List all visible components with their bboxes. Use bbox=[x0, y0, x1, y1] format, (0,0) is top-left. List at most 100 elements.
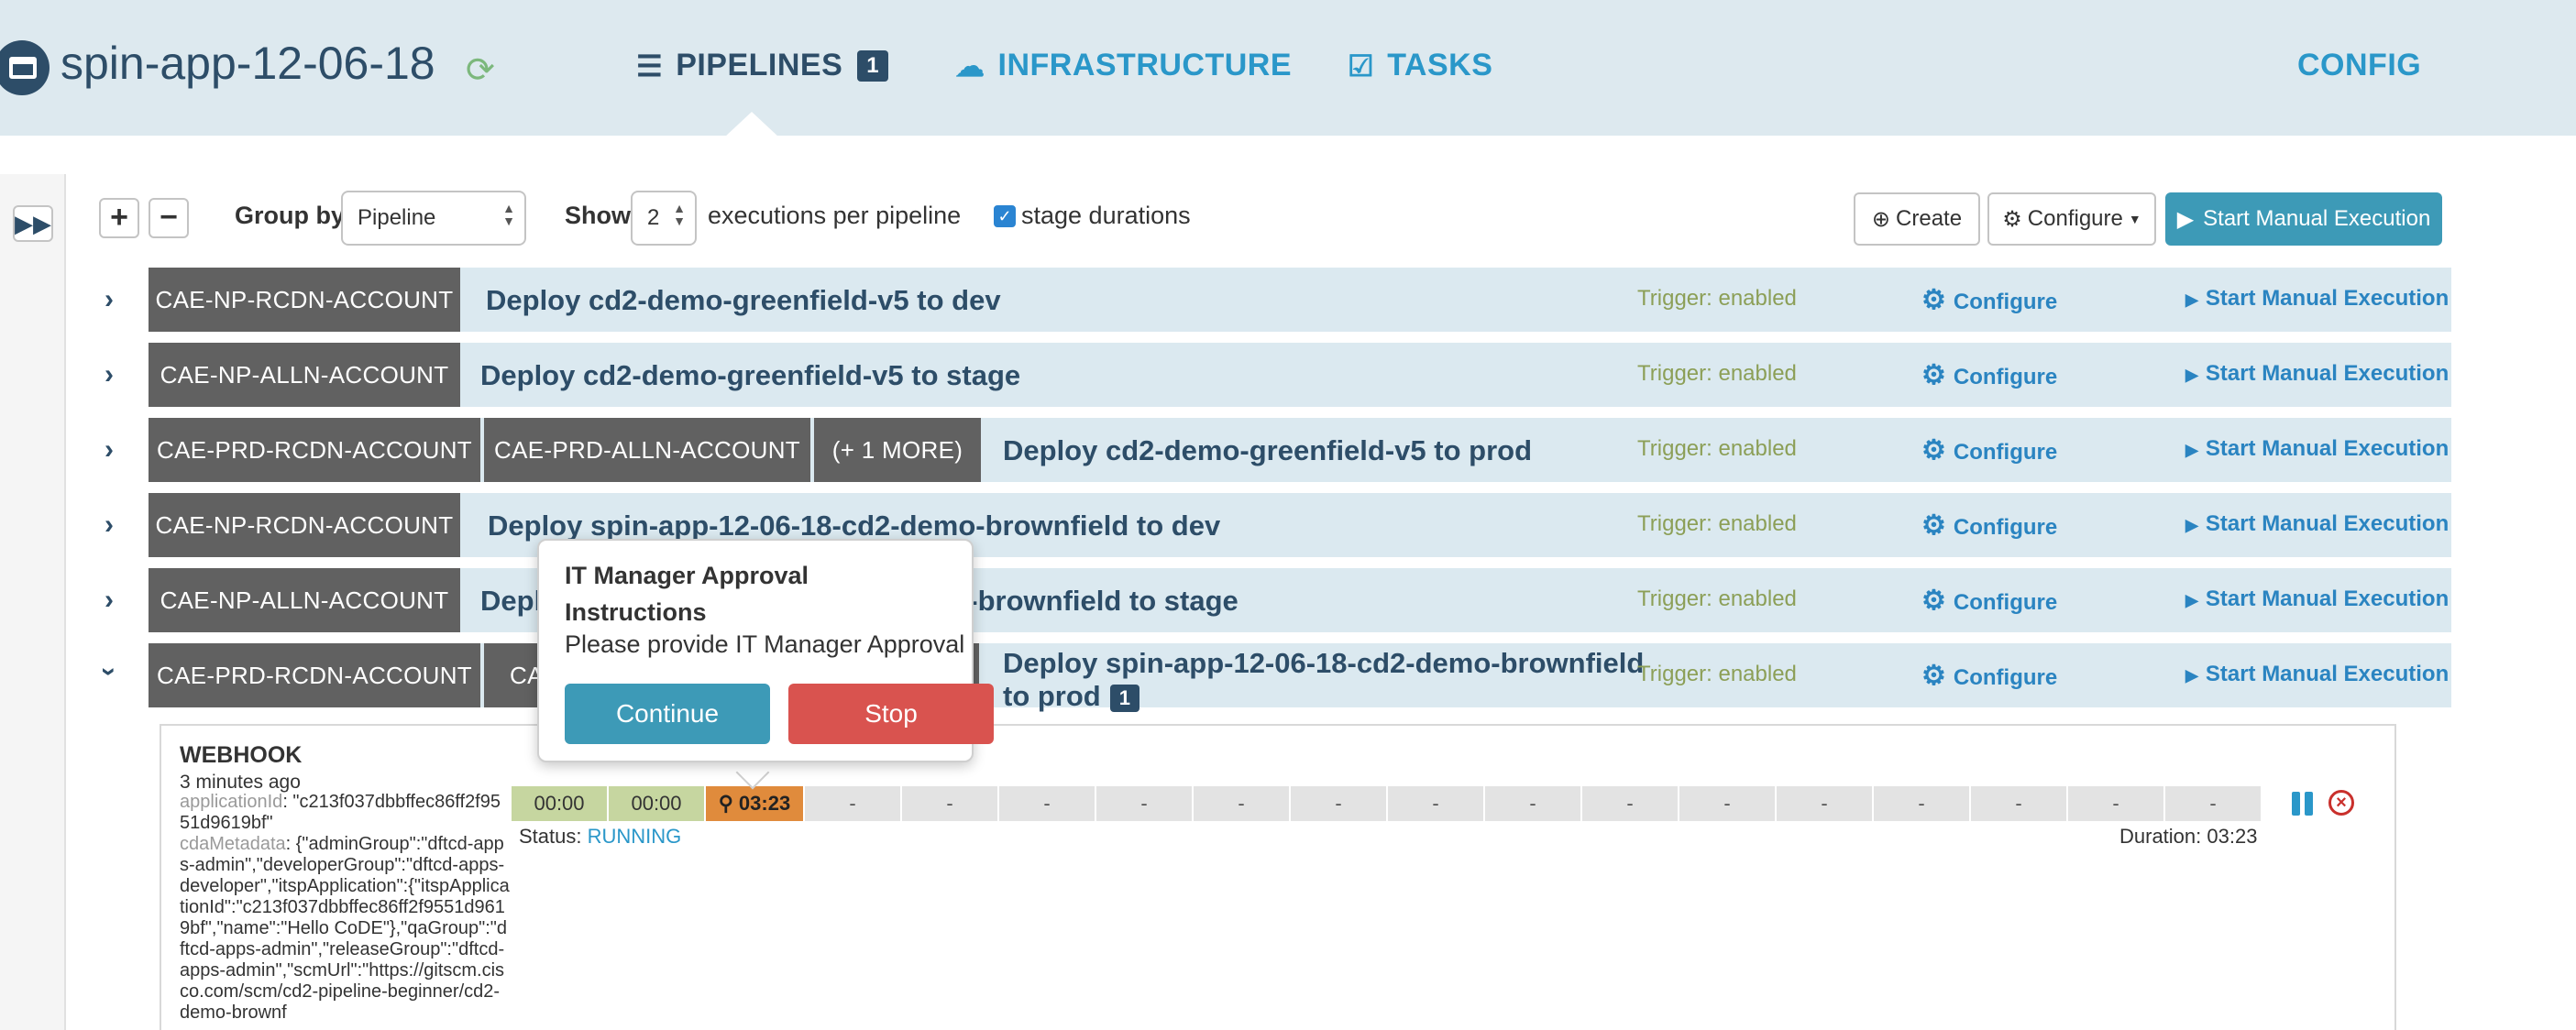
start-manual-execution-label: Start Manual Execution bbox=[2203, 206, 2431, 231]
pipeline-configure-link[interactable]: ⚙ Configure bbox=[1921, 585, 2057, 617]
expand-all-button[interactable]: + bbox=[99, 198, 139, 238]
chevron-down-icon[interactable]: › bbox=[94, 667, 125, 676]
pipeline-configure-link[interactable]: ⚙ Configure bbox=[1921, 284, 2057, 316]
stage-segment[interactable]: - bbox=[2068, 786, 2163, 821]
trigger-status: Trigger: enabled bbox=[1637, 361, 1797, 386]
pipeline-row[interactable]: › CAE-NP-RCDN-ACCOUNT Deploy cd2-demo-gr… bbox=[0, 268, 2451, 332]
chevron-right-icon[interactable]: › bbox=[105, 284, 114, 315]
caret-down-icon: ▼ bbox=[2128, 212, 2141, 226]
pipeline-name[interactable]: Deploy spin-app-12-06-18-cd2-demo-brownf… bbox=[1003, 647, 1654, 713]
pipeline-name[interactable]: Deploy cd2-demo-greenfield-v5 to stage bbox=[480, 359, 1020, 392]
chevron-right-icon[interactable]: › bbox=[105, 434, 114, 466]
play-icon: ▶ bbox=[2185, 290, 2198, 309]
configure-dropdown-button[interactable]: ⚙ Configure ▼ bbox=[1987, 192, 2156, 246]
cancel-execution-icon[interactable]: × bbox=[2328, 790, 2354, 816]
stage-segment[interactable]: - bbox=[1291, 786, 1386, 821]
collapse-all-button[interactable]: − bbox=[149, 198, 189, 238]
pipeline-row[interactable]: › CAE-NP-ALLN-ACCOUNT Deploy cd2-demo-gr… bbox=[0, 343, 2451, 407]
checkbox-icon: ☑ bbox=[1348, 49, 1375, 82]
tab-tasks[interactable]: ☑ TASKS bbox=[1348, 48, 1492, 83]
stage-segment[interactable]: - bbox=[1388, 786, 1483, 821]
stage-segment[interactable]: - bbox=[805, 786, 900, 821]
pipeline-row[interactable]: › CAE-NP-RCDN-ACCOUNT Deploy spin-app-12… bbox=[0, 493, 2451, 557]
configure-label: Configure bbox=[2027, 206, 2123, 231]
stage-segment-active[interactable]: ⚲ 03:23 bbox=[706, 786, 803, 821]
running-count-badge: 1 bbox=[1109, 684, 1139, 712]
gear-icon: ⚙ bbox=[1921, 661, 1946, 691]
pipeline-configure-link[interactable]: ⚙ Configure bbox=[1921, 359, 2057, 391]
tab-config-label: CONFIG bbox=[2297, 48, 2422, 82]
pause-execution-icon[interactable] bbox=[2292, 792, 2314, 816]
pipeline-name[interactable]: Deploy cd2-demo-greenfield-v5 to prod bbox=[1003, 434, 1532, 467]
play-icon: ▶ bbox=[2185, 666, 2198, 685]
pipeline-start-execution-link[interactable]: ▶ Start Manual Execution bbox=[2185, 586, 2449, 612]
stage-segment[interactable]: - bbox=[1777, 786, 1872, 821]
create-button[interactable]: ⊕ Create bbox=[1854, 192, 1980, 246]
execution-time-ago: 3 minutes ago bbox=[180, 772, 301, 793]
stage-segment[interactable]: - bbox=[902, 786, 997, 821]
pipeline-configure-link[interactable]: ⚙ Configure bbox=[1921, 434, 2057, 466]
trigger-status: Trigger: enabled bbox=[1637, 662, 1797, 686]
stage-segment[interactable]: - bbox=[1971, 786, 2066, 821]
trigger-status: Trigger: enabled bbox=[1637, 286, 1797, 311]
stage-segment[interactable]: 00:00 bbox=[512, 786, 607, 821]
pipeline-start-execution-link[interactable]: ▶ Start Manual Execution bbox=[2185, 662, 2449, 687]
tab-infrastructure-label: INFRASTRUCTURE bbox=[997, 48, 1293, 82]
pipeline-start-execution-link[interactable]: ▶ Start Manual Execution bbox=[2185, 361, 2449, 387]
account-tag: CAE-PRD-ALLN-ACCOUNT bbox=[484, 418, 810, 482]
status-running[interactable]: RUNNING bbox=[588, 825, 682, 848]
start-manual-execution-button[interactable]: ▶ Start Manual Execution bbox=[2165, 192, 2442, 246]
plus-circle-icon: ⊕ bbox=[1871, 206, 1891, 232]
play-icon: ▶ bbox=[2185, 591, 2198, 609]
pipeline-start-execution-link[interactable]: ▶ Start Manual Execution bbox=[2185, 436, 2449, 462]
stop-button[interactable]: Stop bbox=[788, 684, 994, 744]
account-tag: CAE-PRD-RCDN-ACCOUNT bbox=[149, 643, 480, 707]
pipeline-row[interactable]: › CAE-PRD-RCDN-ACCOUNT CAE-PRD-ALLN-ACCO… bbox=[0, 418, 2451, 482]
expand-sidebar-button[interactable]: ▶▶ bbox=[13, 205, 53, 242]
tab-pipelines[interactable]: ☰ PIPELINES 1 bbox=[636, 48, 889, 83]
group-by-label: Group by bbox=[235, 202, 345, 229]
stage-durations-checkbox[interactable]: ✓ bbox=[994, 205, 1016, 227]
stage-segment[interactable]: - bbox=[2165, 786, 2261, 821]
pipeline-start-execution-link[interactable]: ▶ Start Manual Execution bbox=[2185, 286, 2449, 312]
stage-segment[interactable]: - bbox=[1194, 786, 1289, 821]
show-label: Show bbox=[565, 202, 631, 229]
tab-infrastructure[interactable]: ☁ INFRASTRUCTURE bbox=[955, 48, 1292, 83]
tab-config[interactable]: CONFIG bbox=[2297, 48, 2421, 83]
stage-segment[interactable]: - bbox=[1874, 786, 1969, 821]
stage-segment[interactable]: - bbox=[1096, 786, 1192, 821]
more-accounts-tag[interactable]: (+ 1 MORE) bbox=[814, 418, 981, 482]
list-icon: ☰ bbox=[636, 49, 664, 82]
pipeline-name[interactable]: Deploy spin-app-12-06-18-cd2-demo-brownf… bbox=[488, 510, 1220, 542]
group-by-select[interactable]: Pipeline ▲ ▼ bbox=[341, 191, 526, 246]
pipeline-configure-link[interactable]: ⚙ Configure bbox=[1921, 660, 2057, 692]
group-by-value: Pipeline bbox=[358, 205, 436, 230]
manual-judgment-icon: ⚲ bbox=[718, 792, 733, 815]
chevron-right-icon[interactable]: › bbox=[105, 510, 114, 541]
execution-trigger-type: WEBHOOK bbox=[180, 742, 303, 768]
chevron-right-icon[interactable]: › bbox=[105, 359, 114, 390]
pipeline-name[interactable]: Deploy cd2-demo-greenfield-v5 to dev bbox=[486, 284, 1001, 317]
refresh-icon[interactable]: ⟳ bbox=[466, 53, 495, 88]
app-header: spin-app-12-06-18 ⟳ ☰ PIPELINES 1 ☁ INFR… bbox=[0, 0, 2576, 137]
tab-pipelines-label: PIPELINES bbox=[676, 48, 843, 82]
play-icon: ▶ bbox=[2176, 206, 2195, 232]
stage-segment[interactable]: - bbox=[1485, 786, 1580, 821]
executions-count-select[interactable]: 2 ▲ ▼ bbox=[631, 191, 697, 246]
pipeline-configure-link[interactable]: ⚙ Configure bbox=[1921, 510, 2057, 542]
pipeline-start-execution-link[interactable]: ▶ Start Manual Execution bbox=[2185, 511, 2449, 537]
stage-segment[interactable]: - bbox=[999, 786, 1095, 821]
stage-durations-label: stage durations bbox=[1021, 202, 1191, 229]
continue-button[interactable]: Continue bbox=[565, 684, 770, 744]
account-tag: CAE-NP-RCDN-ACCOUNT bbox=[149, 493, 460, 557]
stage-segment[interactable]: 00:00 bbox=[609, 786, 704, 821]
create-label: Create bbox=[1896, 206, 1963, 231]
stage-segment[interactable]: - bbox=[1679, 786, 1775, 821]
chevron-right-icon[interactable]: › bbox=[105, 585, 114, 616]
pipeline-row-expanded[interactable]: › CAE-PRD-RCDN-ACCOUNT CA Deploy spin-ap… bbox=[0, 643, 2451, 712]
pipeline-row[interactable]: › CAE-NP-ALLN-ACCOUNT Deploy spin-app-12… bbox=[0, 568, 2451, 632]
stage-segment[interactable]: - bbox=[1582, 786, 1678, 821]
play-icon: ▶ bbox=[2185, 516, 2198, 534]
trigger-status: Trigger: enabled bbox=[1637, 436, 1797, 461]
gear-icon: ⚙ bbox=[1921, 285, 1946, 315]
